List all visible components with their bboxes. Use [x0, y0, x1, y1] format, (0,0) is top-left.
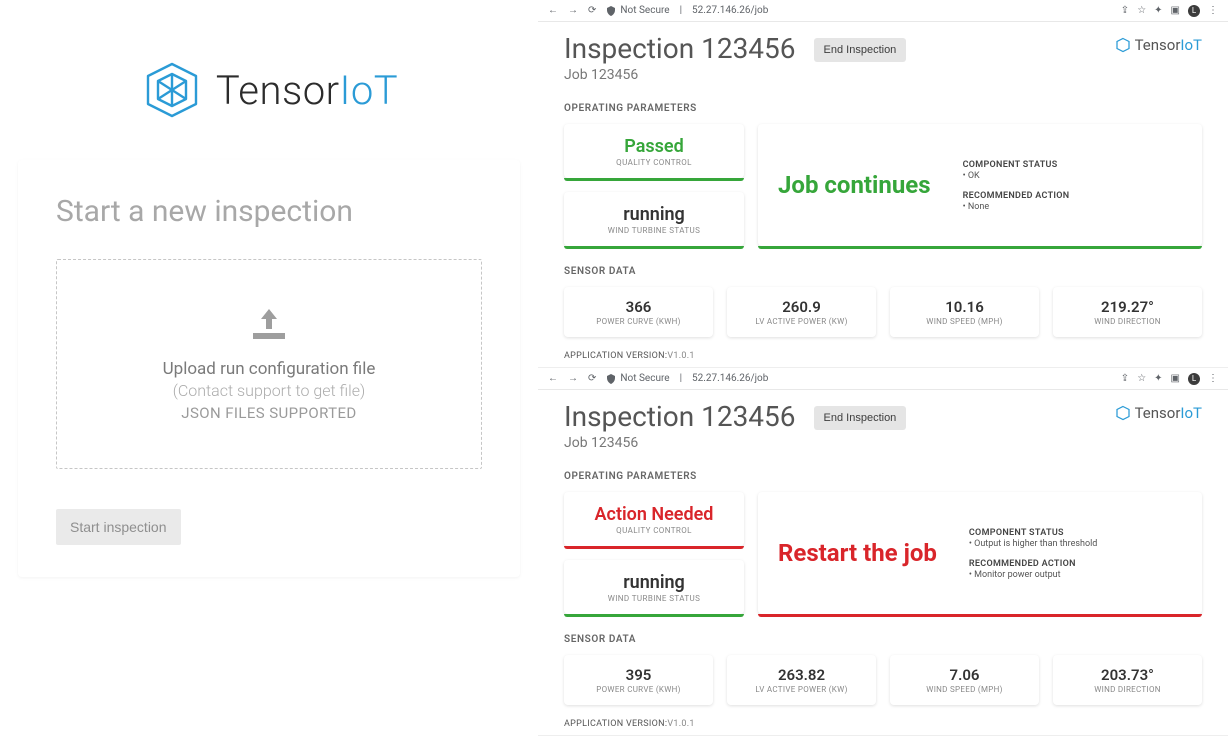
security-badge[interactable]: Not Secure — [606, 5, 669, 16]
end-inspection-button[interactable]: End Inspection — [814, 406, 907, 430]
window-icon[interactable]: ▣ — [1171, 373, 1180, 384]
end-inspection-button[interactable]: End Inspection — [814, 38, 907, 62]
sensor-power-curve: 395 POWER CURVE (KWH) — [564, 655, 713, 705]
start-card: Start a new inspection Upload run config… — [18, 160, 520, 577]
app-version: APPLICATION VERSION:V1.0.1 — [564, 351, 1202, 361]
action-panel: Restart the job COMPONENT STATUS • Outpu… — [758, 492, 1202, 614]
start-title: Start a new inspection — [56, 194, 482, 229]
turbine-status-card: running WIND TURBINE STATUS — [564, 560, 744, 614]
reload-icon[interactable]: ⟳ — [588, 373, 596, 384]
cube-icon — [140, 58, 204, 122]
brand-logo: TensorIoT — [140, 58, 398, 122]
window-icon[interactable]: ▣ — [1171, 5, 1180, 16]
inspection-app: Inspection 123456 Job 123456 End Inspect… — [538, 390, 1228, 735]
turbine-status-card: running WIND TURBINE STATUS — [564, 192, 744, 246]
browser-view-passed: ← → ⟳ Not Secure | 52.27.146.26/job ⇪ ☆ … — [538, 0, 1228, 368]
upload-icon — [249, 307, 289, 341]
operating-parameters-label: OPERATING PARAMETERS — [564, 103, 1202, 114]
cube-icon — [1115, 405, 1131, 421]
security-badge[interactable]: Not Secure — [606, 373, 669, 384]
browser-view-action-needed: ← → ⟳ Not Secure | 52.27.146.26/job ⇪ ☆ … — [538, 368, 1228, 736]
component-status-value: • OK — [963, 171, 1070, 181]
turbine-value: running — [623, 572, 685, 593]
quality-control-card: Action Needed QUALITY CONTROL — [564, 492, 744, 546]
profile-avatar[interactable]: L — [1188, 373, 1200, 385]
sensor-lv-active-power: 260.9 LV ACTIVE POWER (KW) — [727, 287, 876, 337]
dropzone-line-1: Upload run configuration file — [163, 359, 376, 379]
action-panel: Job continues COMPONENT STATUS • OK RECO… — [758, 124, 1202, 246]
star-icon[interactable]: ☆ — [1137, 5, 1146, 16]
share-icon[interactable]: ⇪ — [1121, 5, 1129, 16]
sensor-wind-speed: 10.16 WIND SPEED (MPH) — [890, 287, 1039, 337]
sensor-power-curve: 366 POWER CURVE (KWH) — [564, 287, 713, 337]
sensor-wind-speed: 7.06 WIND SPEED (MPH) — [890, 655, 1039, 705]
browser-toolbar: ← → ⟳ Not Secure | 52.27.146.26/job ⇪ ☆ … — [538, 0, 1228, 22]
star-icon[interactable]: ☆ — [1137, 373, 1146, 384]
job-subtitle: Job 123456 — [564, 67, 796, 83]
turbine-value: running — [623, 204, 685, 225]
sensor-lv-active-power: 263.82 LV ACTIVE POWER (KW) — [727, 655, 876, 705]
quality-value: Action Needed — [595, 504, 714, 525]
forward-icon[interactable]: → — [568, 5, 578, 16]
inspection-title: Inspection 123456 — [564, 400, 796, 433]
app-version: APPLICATION VERSION:V1.0.1 — [564, 719, 1202, 729]
action-headline: Restart the job — [778, 539, 937, 567]
sensor-data-label: SENSOR DATA — [564, 266, 1202, 277]
back-icon[interactable]: ← — [548, 5, 558, 16]
dropzone-line-2: (Contact support to get file) — [173, 381, 365, 400]
inspection-title: Inspection 123456 — [564, 32, 796, 65]
upload-dropzone[interactable]: Upload run configuration file (Contact s… — [56, 259, 482, 469]
action-headline: Job continues — [778, 171, 931, 199]
inspection-app: Inspection 123456 Job 123456 End Inspect… — [538, 22, 1228, 367]
browser-stack: ← → ⟳ Not Secure | 52.27.146.26/job ⇪ ☆ … — [538, 0, 1228, 715]
app-brand-logo: TensorIoT — [1115, 404, 1202, 422]
operating-parameters-label: OPERATING PARAMETERS — [564, 471, 1202, 482]
share-icon[interactable]: ⇪ — [1121, 373, 1129, 384]
sensor-data-label: SENSOR DATA — [564, 634, 1202, 645]
brand-name: TensorIoT — [216, 67, 398, 114]
address-bar[interactable]: 52.27.146.26/job — [692, 5, 768, 16]
quality-control-card: Passed QUALITY CONTROL — [564, 124, 744, 178]
extensions-icon[interactable]: ✦ — [1154, 5, 1162, 16]
browser-toolbar: ← → ⟳ Not Secure | 52.27.146.26/job ⇪ ☆ … — [538, 368, 1228, 390]
cube-icon — [1115, 37, 1131, 53]
back-icon[interactable]: ← — [548, 373, 558, 384]
extensions-icon[interactable]: ✦ — [1154, 373, 1162, 384]
sensor-wind-direction: 203.73° WIND DIRECTION — [1053, 655, 1202, 705]
dropzone-line-3: JSON FILES SUPPORTED — [181, 404, 356, 422]
profile-avatar[interactable]: L — [1188, 5, 1200, 17]
forward-icon[interactable]: → — [568, 373, 578, 384]
app-brand-logo: TensorIoT — [1115, 36, 1202, 54]
recommended-action-value: • Monitor power output — [969, 570, 1097, 580]
start-inspection-button[interactable]: Start inspection — [56, 509, 181, 545]
reload-icon[interactable]: ⟳ — [588, 5, 596, 16]
recommended-action-value: • None — [963, 202, 1070, 212]
kebab-icon[interactable]: ⋮ — [1208, 373, 1218, 384]
component-status-value: • Output is higher than threshold — [969, 539, 1097, 549]
address-bar[interactable]: 52.27.146.26/job — [692, 373, 768, 384]
job-subtitle: Job 123456 — [564, 435, 796, 451]
sensor-wind-direction: 219.27° WIND DIRECTION — [1053, 287, 1202, 337]
quality-value: Passed — [624, 136, 683, 157]
kebab-icon[interactable]: ⋮ — [1208, 5, 1218, 16]
start-panel: TensorIoT Start a new inspection Upload … — [0, 0, 538, 715]
